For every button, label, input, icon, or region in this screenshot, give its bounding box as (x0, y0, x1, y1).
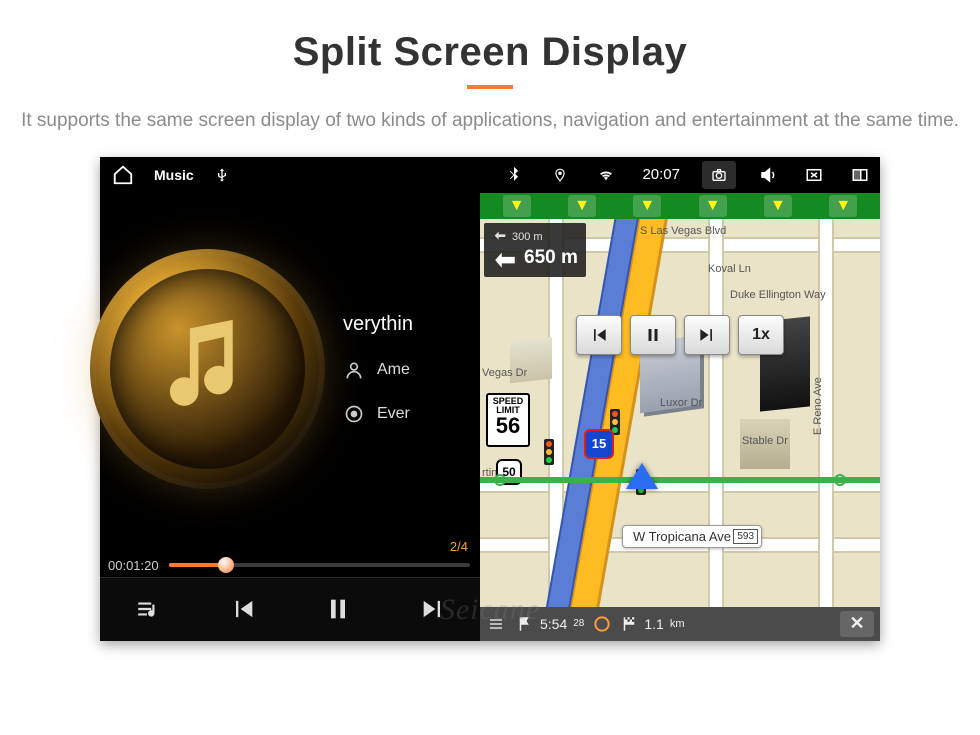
sim-speed-button[interactable]: 1x (738, 315, 784, 355)
nav-close-button[interactable]: ✕ (840, 611, 874, 637)
camera-icon[interactable] (702, 161, 736, 189)
sim-next-button[interactable] (684, 315, 730, 355)
playlist-button[interactable] (127, 588, 169, 630)
elapsed-time: 00:01:20 (108, 558, 159, 573)
music-controls (100, 577, 480, 641)
usb-icon (214, 165, 230, 185)
volume-icon[interactable] (754, 161, 782, 189)
distance-item: 1.1 km (620, 615, 684, 633)
traffic-light-icon (544, 439, 554, 465)
album-row: Ever (343, 404, 480, 424)
download-slot-icon[interactable]: ▼ (568, 195, 596, 217)
eta-value: 5:54 (540, 616, 567, 632)
music-panel: verythin Ame Ever (100, 193, 480, 641)
warning-icon (594, 616, 610, 632)
street-label: Duke Ellington Way (730, 289, 826, 301)
speed-limit-value: 56 (488, 414, 528, 438)
statusbar-time: 20:07 (642, 166, 680, 183)
download-slot-icon[interactable]: ▼ (503, 195, 531, 217)
album-art-disc (90, 249, 325, 489)
current-street-name: W Tropicana Ave (633, 529, 731, 544)
title-underline (467, 85, 513, 89)
remaining-unit: km (670, 618, 685, 630)
close-app-icon[interactable] (800, 161, 828, 189)
download-slot-icon[interactable]: ▼ (699, 195, 727, 217)
hint-primary-distance: 650 m (524, 247, 578, 269)
current-street-pill: W Tropicana Ave 593 (622, 525, 762, 548)
progress-row: 00:01:20 (100, 554, 480, 577)
statusbar-app-title: Music (154, 167, 194, 183)
navigation-panel: ▼ ▼ ▼ ▼ ▼ ▼ (480, 193, 880, 641)
page-title: Split Screen Display (0, 30, 980, 75)
turn-left-icon (492, 245, 518, 271)
turn-hint-box: 300 m 650 m (484, 223, 586, 277)
location-icon (546, 161, 574, 189)
status-bar: Music 20:07 (100, 157, 880, 193)
interstate-shield: 15 (584, 429, 614, 459)
speed-limit-sign: SPEED LIMIT 56 (486, 393, 530, 447)
sim-prev-button[interactable] (576, 315, 622, 355)
street-label: Stable Dr (742, 435, 788, 447)
track-title: verythin (343, 313, 413, 336)
download-slot-icon[interactable]: ▼ (633, 195, 661, 217)
album-name: Ever (377, 405, 410, 423)
download-slot-icon[interactable]: ▼ (829, 195, 857, 217)
bluetooth-icon (500, 161, 528, 189)
track-title-row: verythin (343, 313, 480, 336)
prev-track-button[interactable] (222, 588, 264, 630)
nav-download-bar: ▼ ▼ ▼ ▼ ▼ ▼ (480, 193, 880, 219)
remaining-distance: 1.1 (644, 616, 663, 632)
artist-name: Ame (377, 361, 410, 379)
device-screenshot: Music 20:07 (100, 157, 880, 641)
vehicle-position-icon (626, 463, 658, 489)
page-subtitle: It supports the same screen display of t… (20, 107, 960, 135)
progress-bar[interactable] (169, 563, 470, 567)
sim-controls: 1x (576, 315, 784, 355)
checkered-flag-icon (620, 615, 638, 633)
nav-bottom-bar: 5:54 28 1.1 km ✕ (480, 607, 880, 641)
eta-item: 5:54 28 (516, 615, 584, 633)
street-label: Luxor Dr (660, 397, 702, 409)
download-slot-icon[interactable]: ▼ (764, 195, 792, 217)
street-label: Koval Ln (708, 263, 751, 275)
street-label: Vegas Dr (482, 367, 527, 379)
person-icon (343, 360, 365, 380)
split-screen-icon[interactable] (846, 161, 874, 189)
street-label: S Las Vegas Blvd (640, 225, 726, 237)
artist-row: Ame (343, 360, 480, 380)
home-icon[interactable] (112, 164, 134, 186)
pause-button[interactable] (317, 588, 359, 630)
eta-suffix: 28 (573, 618, 584, 629)
current-street-tag: 593 (733, 529, 758, 544)
sim-pause-button[interactable] (630, 315, 676, 355)
disc-icon (343, 404, 365, 424)
next-track-button[interactable] (412, 588, 454, 630)
hint-secondary-distance: 300 m (512, 231, 543, 243)
flag-icon (516, 615, 534, 633)
street-label: E Reno Ave (812, 377, 824, 435)
turn-icon (492, 229, 508, 245)
menu-icon[interactable] (486, 616, 506, 632)
map-canvas[interactable]: S Las Vegas Blvd Koval Ln Duke Ellington… (480, 219, 880, 607)
wifi-icon (592, 161, 620, 189)
speed-warn-item (594, 616, 610, 632)
music-note-icon (162, 317, 252, 417)
